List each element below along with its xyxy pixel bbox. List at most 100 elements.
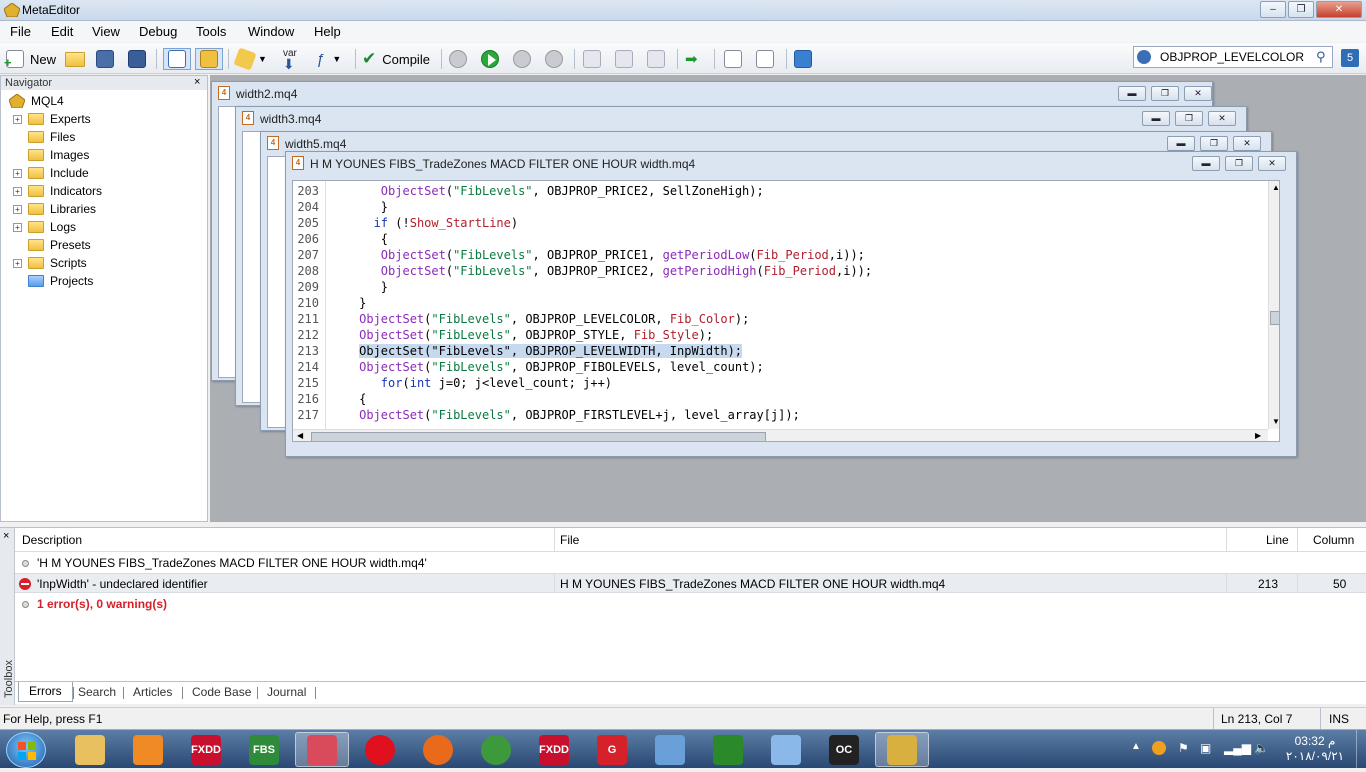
- flag-icon[interactable]: ⚑: [1178, 741, 1189, 755]
- search-input[interactable]: OBJPROP_LEVELCOLOR: [1160, 50, 1304, 64]
- column-line[interactable]: Line: [1266, 533, 1289, 547]
- maximize-button[interactable]: ❐: [1288, 1, 1314, 18]
- tree-item-scripts[interactable]: + Scripts: [13, 254, 87, 272]
- code-line[interactable]: 207 ObjectSet("FibLevels", OBJPROP_PRICE…: [293, 247, 1263, 263]
- expand-icon[interactable]: +: [13, 186, 22, 196]
- horizontal-scrollbar[interactable]: ◀ ▶: [293, 429, 1268, 441]
- debug-stop-button[interactable]: [545, 48, 563, 70]
- taskbar-app-oc[interactable]: OC: [817, 732, 871, 767]
- column-column[interactable]: Column: [1313, 533, 1354, 547]
- code-line[interactable]: 217 ObjectSet("FibLevels", OBJPROP_FIRST…: [293, 407, 1263, 423]
- code-line[interactable]: 209 }: [293, 279, 1263, 295]
- doc-close-button[interactable]: ✕: [1233, 136, 1261, 151]
- toolbox-toggle-button[interactable]: [195, 48, 223, 70]
- tree-item-presets[interactable]: Presets: [13, 236, 91, 254]
- device-icon[interactable]: ▣: [1200, 741, 1211, 755]
- tree-root-mql4[interactable]: MQL4: [8, 92, 64, 110]
- scroll-down-icon[interactable]: ▼: [1272, 417, 1279, 426]
- tray-app-icon[interactable]: [1152, 741, 1166, 755]
- notification-badge[interactable]: 5: [1341, 49, 1359, 67]
- tree-item-indicators[interactable]: + Indicators: [13, 182, 102, 200]
- toolbox-close-button[interactable]: ×: [3, 530, 9, 542]
- find-button[interactable]: [756, 48, 774, 70]
- doc-maximize-button[interactable]: ❐: [1151, 86, 1179, 101]
- code-line[interactable]: 205 if (!Show_StartLine): [293, 215, 1263, 231]
- doc-maximize-button[interactable]: ❐: [1175, 111, 1203, 126]
- code-line[interactable]: 210 }: [293, 295, 1263, 311]
- expand-icon[interactable]: +: [13, 168, 22, 178]
- navigator-toggle-button[interactable]: [163, 48, 191, 70]
- expand-icon[interactable]: +: [13, 114, 22, 124]
- tab-search[interactable]: Search: [78, 685, 116, 699]
- taskbar-app-network[interactable]: [643, 732, 697, 767]
- compile-button[interactable]: ✔ Compile: [362, 48, 430, 70]
- table-row-selected[interactable]: 'InpWidth' - undeclared identifier H M Y…: [15, 573, 1366, 593]
- taskbar-app-fbs[interactable]: FBS: [237, 732, 291, 767]
- code-line[interactable]: 208 ObjectSet("FibLevels", OBJPROP_PRICE…: [293, 263, 1263, 279]
- code-editor[interactable]: 203 ObjectSet("FibLevels", OBJPROP_PRICE…: [292, 180, 1280, 442]
- expand-icon[interactable]: +: [13, 258, 22, 268]
- step-out-button[interactable]: [647, 48, 665, 70]
- taskbar-app-media-player[interactable]: [121, 732, 175, 767]
- taskbar-app-leaf[interactable]: [701, 732, 755, 767]
- tab-journal[interactable]: Journal: [267, 685, 306, 699]
- doc-minimize-button[interactable]: ▬: [1167, 136, 1195, 151]
- debug-start-button[interactable]: [481, 48, 499, 70]
- code-line[interactable]: 215 for(int j=0; j<level_count; j++): [293, 375, 1263, 391]
- step-over-button[interactable]: [615, 48, 633, 70]
- doc-close-button[interactable]: ✕: [1208, 111, 1236, 126]
- code-line[interactable]: 212 ObjectSet("FibLevels", OBJPROP_STYLE…: [293, 327, 1263, 343]
- new-button[interactable]: + New: [4, 48, 56, 70]
- taskbar-app-firefox[interactable]: [411, 732, 465, 767]
- start-button[interactable]: [6, 732, 46, 768]
- menu-view[interactable]: View: [92, 24, 120, 39]
- taskbar-app-opera[interactable]: [353, 732, 407, 767]
- table-row[interactable]: 'H M YOUNES FIBS_TradeZones MACD FILTER …: [15, 553, 1366, 573]
- tree-item-projects[interactable]: Projects: [13, 272, 93, 290]
- minimize-button[interactable]: –: [1260, 1, 1286, 18]
- horizontal-scroll-thumb[interactable]: [311, 432, 766, 441]
- save-all-button[interactable]: [128, 48, 146, 70]
- taskbar-app-snipping-tool[interactable]: [295, 732, 349, 767]
- insert-function-button[interactable]: ƒ ▼: [316, 48, 341, 70]
- menu-debug[interactable]: Debug: [139, 24, 177, 39]
- taskbar-app-metaeditor[interactable]: [875, 732, 929, 767]
- menu-window[interactable]: Window: [248, 24, 294, 39]
- doc-minimize-button[interactable]: ▬: [1118, 86, 1146, 101]
- taskbar-app-chrome[interactable]: [469, 732, 523, 767]
- navigator-close-button[interactable]: ×: [194, 76, 200, 88]
- search-icon[interactable]: ⚲: [1316, 49, 1326, 65]
- tree-item-images[interactable]: Images: [13, 146, 89, 164]
- tree-item-experts[interactable]: + Experts: [13, 110, 91, 128]
- doc-maximize-button[interactable]: ❐: [1225, 156, 1253, 171]
- doc-close-button[interactable]: ✕: [1184, 86, 1212, 101]
- doc-maximize-button[interactable]: ❐: [1200, 136, 1228, 151]
- tree-item-files[interactable]: Files: [13, 128, 75, 146]
- debug-pause-button[interactable]: [513, 48, 531, 70]
- taskbar-app-fxdd[interactable]: FXDD: [179, 732, 233, 767]
- volume-icon[interactable]: 🔈: [1254, 741, 1269, 755]
- insert-variable-button[interactable]: var ⬇: [283, 48, 297, 72]
- tree-item-logs[interactable]: + Logs: [13, 218, 76, 236]
- column-file[interactable]: File: [560, 533, 579, 547]
- open-button[interactable]: [65, 48, 91, 70]
- column-description[interactable]: Description: [22, 533, 82, 547]
- tree-item-include[interactable]: + Include: [13, 164, 89, 182]
- clock[interactable]: 03:32 م ٢٠١٨/٠٩/٢١: [1280, 734, 1350, 764]
- code-line[interactable]: 216 {: [293, 391, 1263, 407]
- scroll-right-icon[interactable]: ▶: [1255, 431, 1261, 440]
- menu-file[interactable]: File: [10, 24, 31, 39]
- menu-tools[interactable]: Tools: [196, 24, 226, 39]
- code-line-selected[interactable]: 213 ObjectSet("FibLevels", OBJPROP_LEVEL…: [293, 343, 1263, 359]
- close-button[interactable]: ✕: [1316, 1, 1362, 18]
- scroll-up-icon[interactable]: ▲: [1272, 183, 1279, 192]
- doc-minimize-button[interactable]: ▬: [1192, 156, 1220, 171]
- table-row[interactable]: 1 error(s), 0 warning(s): [15, 594, 1366, 614]
- code-line[interactable]: 211 ObjectSet("FibLevels", OBJPROP_LEVEL…: [293, 311, 1263, 327]
- doc-close-button[interactable]: ✕: [1258, 156, 1286, 171]
- styler-button[interactable]: ▼: [233, 47, 267, 71]
- taskbar-app-notes[interactable]: [759, 732, 813, 767]
- tab-errors[interactable]: Errors: [18, 682, 73, 702]
- taskbar-app-explorer[interactable]: [63, 732, 117, 767]
- vertical-scrollbar[interactable]: ▲ ▼: [1268, 181, 1279, 429]
